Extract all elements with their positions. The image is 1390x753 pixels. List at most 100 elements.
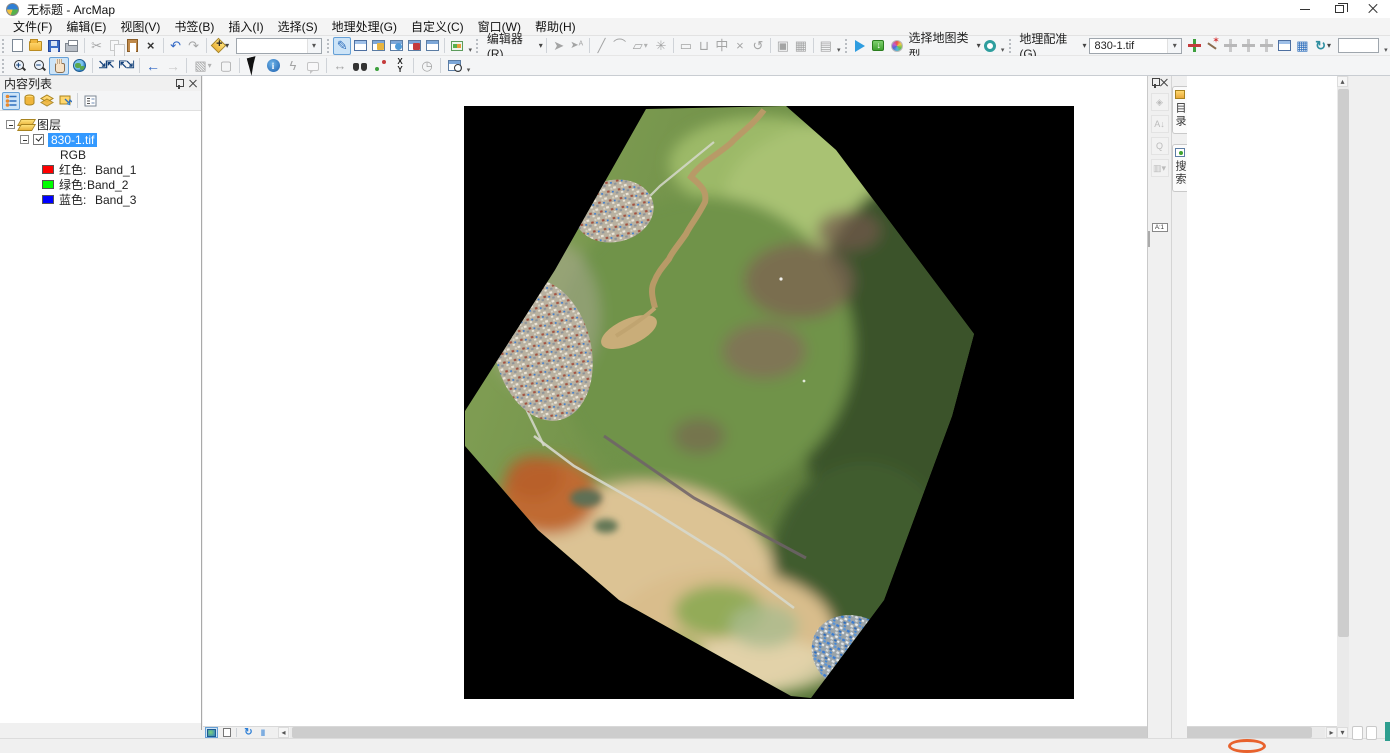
- minimize-button[interactable]: [1288, 0, 1322, 18]
- toolbar-overflow[interactable]: ▾: [835, 38, 843, 54]
- menu-customize[interactable]: 自定义(C): [404, 17, 471, 36]
- arctoolbox-button[interactable]: [405, 37, 423, 55]
- full-extent-button[interactable]: [69, 57, 89, 75]
- paste-button[interactable]: [124, 37, 142, 55]
- pin-icon[interactable]: [175, 79, 183, 89]
- delete-button[interactable]: ×: [142, 37, 160, 55]
- color-tool-button[interactable]: [888, 37, 906, 55]
- collapse-icon[interactable]: [20, 135, 29, 144]
- raster-830-1-tif[interactable]: [464, 106, 1074, 699]
- fixed-zoom-in-button[interactable]: ⇲⇱: [96, 57, 116, 75]
- tab-catalog[interactable]: 目录: [1172, 86, 1187, 134]
- toolbar-overflow[interactable]: ▾: [999, 38, 1007, 54]
- list-by-selection-button[interactable]: [56, 92, 74, 110]
- pin-icon[interactable]: [1151, 78, 1159, 88]
- toolbar-grip[interactable]: [476, 39, 481, 53]
- find-route-button[interactable]: [370, 57, 390, 75]
- select-elements-tool[interactable]: [243, 57, 263, 75]
- menu-edit[interactable]: 编辑(E): [59, 17, 113, 36]
- data-view-button[interactable]: [205, 727, 218, 738]
- rotation-input[interactable]: [1338, 38, 1379, 53]
- dock-one-to-one-button[interactable]: A:1: [1152, 223, 1168, 232]
- menu-file[interactable]: 文件(F): [6, 17, 59, 36]
- hscroll-left-arrow[interactable]: ◂: [278, 727, 289, 738]
- save-icon: [48, 40, 60, 52]
- print-button[interactable]: [63, 37, 81, 55]
- tab-search[interactable]: 搜索: [1172, 144, 1187, 192]
- toc-layer-row[interactable]: 830-1.tif: [0, 132, 201, 147]
- close-panel-icon[interactable]: [1160, 79, 1168, 87]
- toolbar-grip[interactable]: [845, 39, 850, 53]
- menu-bookmarks[interactable]: 书签(B): [167, 17, 221, 36]
- basemap-target-button[interactable]: [981, 37, 999, 55]
- zoom-in-tool[interactable]: +: [9, 57, 29, 75]
- toolbar-overflow[interactable]: ▾: [464, 58, 473, 74]
- menu-selection[interactable]: 选择(S): [271, 17, 325, 36]
- menu-geoprocessing[interactable]: 地理处理(G): [325, 17, 404, 36]
- create-features-button: ▣: [774, 37, 792, 55]
- layer-name-selected[interactable]: 830-1.tif: [48, 133, 97, 147]
- zoom-out-tool[interactable]: −: [29, 57, 49, 75]
- catalog-window-button[interactable]: [369, 37, 387, 55]
- add-control-points-button[interactable]: [1185, 37, 1203, 55]
- print-icon: [65, 43, 78, 52]
- hscroll-right-arrow[interactable]: ▸: [1326, 727, 1337, 738]
- toolbar-overflow[interactable]: ▾: [1382, 38, 1390, 54]
- edit-sketch-tool-button[interactable]: ✎: [333, 37, 351, 55]
- zoom-to-link-button: [1239, 37, 1257, 55]
- toolbar-grip[interactable]: [1009, 39, 1014, 53]
- vertical-scrollbar[interactable]: ▴ ▾: [1337, 76, 1349, 738]
- restore-button[interactable]: [1322, 0, 1356, 18]
- toolbar-grip[interactable]: [2, 59, 7, 73]
- close-panel-icon[interactable]: [189, 80, 197, 88]
- source-cylinder-icon: [23, 94, 36, 107]
- python-window-button[interactable]: [423, 37, 441, 55]
- map-scale-combo[interactable]: ▾: [236, 38, 322, 54]
- open-table-button[interactable]: [351, 37, 369, 55]
- layer-visibility-checkbox[interactable]: [33, 134, 44, 145]
- image-adjust-button[interactable]: ▦: [1293, 37, 1311, 55]
- georeferencing-layer-combo[interactable]: 830-1.tif ▾: [1089, 38, 1182, 54]
- toolbar-grip[interactable]: [327, 39, 332, 53]
- collapse-icon[interactable]: [6, 120, 15, 129]
- menu-insert[interactable]: 插入(I): [221, 17, 270, 36]
- layout-view-button[interactable]: [220, 727, 233, 738]
- list-by-drawing-order-button[interactable]: [2, 92, 20, 110]
- vscroll-thumb[interactable]: [1338, 89, 1349, 637]
- vscroll-up-arrow[interactable]: ▴: [1337, 76, 1348, 87]
- toolbar-grip[interactable]: [2, 39, 7, 53]
- toolbar-overflow[interactable]: ▾: [466, 38, 474, 54]
- list-by-visibility-button[interactable]: [38, 92, 56, 110]
- search-window-button[interactable]: [387, 37, 405, 55]
- close-button[interactable]: [1356, 0, 1390, 18]
- link-table-button[interactable]: [1275, 37, 1293, 55]
- toc-layers-root[interactable]: 图层: [0, 117, 201, 132]
- save-button[interactable]: [45, 37, 63, 55]
- python-window-icon: [426, 40, 439, 51]
- find-tool[interactable]: [350, 57, 370, 75]
- pan-tool[interactable]: [49, 57, 69, 75]
- toc-options-button[interactable]: [81, 92, 99, 110]
- add-data-button[interactable]: ▾: [210, 37, 233, 55]
- list-by-source-button[interactable]: [20, 92, 38, 110]
- identify-tool[interactable]: i: [263, 57, 283, 75]
- fixed-zoom-out-button[interactable]: ⇱⇲: [116, 57, 136, 75]
- go-to-xy-button[interactable]: XY: [390, 57, 410, 75]
- go-back-extent-button[interactable]: ←: [143, 57, 163, 75]
- undo-button[interactable]: ↶: [167, 37, 185, 55]
- new-map-button[interactable]: [9, 37, 27, 55]
- redo-icon: ↷: [188, 39, 199, 52]
- vscroll-down-arrow[interactable]: ▾: [1337, 727, 1348, 738]
- modelbuilder-button[interactable]: [448, 37, 466, 55]
- tools-toolbar: + − ⇲⇱ ⇱⇲ ← → ▧▾ ▢ i ϟ ↔ XY ◷ ▾: [0, 56, 1390, 76]
- update-button[interactable]: [869, 37, 887, 55]
- menu-view[interactable]: 视图(V): [113, 17, 167, 36]
- run-button[interactable]: [851, 37, 869, 55]
- viewer-window-button[interactable]: [444, 57, 464, 75]
- rotate-image-button[interactable]: ↻▾: [1311, 37, 1334, 55]
- open-button[interactable]: [27, 37, 45, 55]
- dock-layer-list[interactable]: [1148, 231, 1150, 247]
- pause-drawing-button[interactable]: ‖: [257, 727, 270, 738]
- refresh-view-button[interactable]: ↻: [242, 727, 255, 738]
- autoregister-button[interactable]: [1203, 37, 1221, 55]
